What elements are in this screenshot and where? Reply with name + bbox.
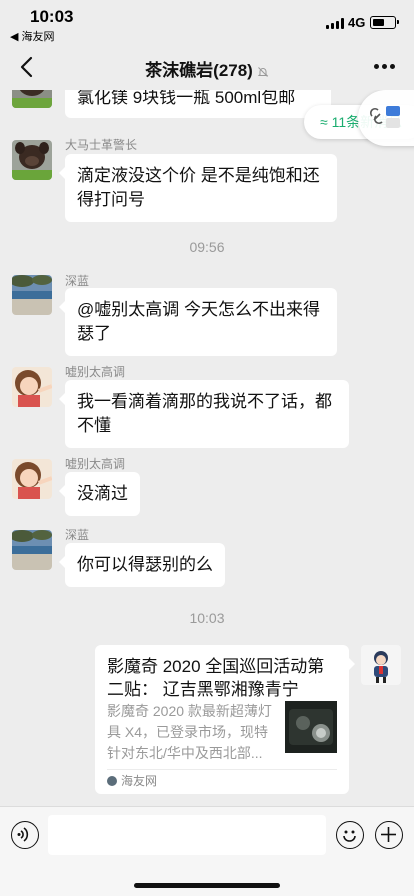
avatar-seascape[interactable] [12, 530, 52, 570]
sender-name: 嘘别太高调 [65, 457, 126, 471]
home-indicator[interactable] [134, 883, 280, 888]
message-bubble[interactable]: 没滴过 [59, 472, 140, 516]
timestamp: 10:03 [189, 610, 225, 626]
sender-name: 大马士革警长 [65, 138, 138, 152]
link-card-source: 海友网 [107, 773, 157, 789]
link-card-title: 影魔奇 2020 全国巡回活动第二贴： 辽吉黑鄂湘豫青宁 [107, 657, 325, 699]
more-dots-icon[interactable] [374, 64, 396, 70]
link-card[interactable]: 影魔奇 2020 全国巡回活动第二贴： 辽吉黑鄂湘豫青宁 影魔奇 2020 款最… [95, 645, 355, 794]
message-bubble[interactable]: 我一看滴着滴那的我说不了话，都不懂 [59, 380, 349, 448]
link-card-source-label: 海友网 [121, 774, 158, 788]
sender-name: 嘘别太高调 [65, 365, 126, 379]
voice-icon[interactable] [11, 821, 39, 849]
signal-icon [326, 18, 344, 29]
avatar-self[interactable] [361, 645, 401, 685]
back-to-app-link[interactable]: ◀ 海友网 [10, 28, 55, 44]
sender-name: 深蓝 [65, 274, 90, 288]
message-input[interactable] [48, 815, 326, 855]
avatar-bulldog[interactable] [12, 140, 52, 180]
chat-header: 茶沫礁岩(278) [0, 44, 414, 90]
avatar-bulldog[interactable] [12, 90, 52, 108]
battery-icon [370, 16, 399, 29]
link-card-thumbnail [285, 701, 337, 753]
status-time: 10:03 [30, 7, 74, 26]
divider [107, 769, 337, 770]
message-bubble[interactable]: @嘘别太高调 今天怎么不出来得瑟了 [59, 288, 337, 356]
chat-title-wrap: 茶沫礁岩(278) [0, 56, 414, 81]
emoji-icon[interactable] [336, 821, 364, 849]
chat-title: 茶沫礁岩(278) [145, 61, 253, 80]
floating-window-widget[interactable] [358, 90, 414, 146]
input-bar [0, 806, 414, 896]
avatar-cartoon-girl[interactable] [12, 367, 52, 407]
sender-name: 深蓝 [65, 528, 90, 542]
network-type: 4G [348, 15, 366, 30]
message-list[interactable]: 氯化镁 9块钱一瓶 500ml包邮 大马士革警长 滴定液没这个价 是不是纯饱和还… [0, 90, 414, 806]
double-chevron-up-icon: ≈ [320, 114, 328, 130]
message-bubble[interactable]: 氯化镁 9块钱一瓶 500ml包邮 [65, 90, 331, 118]
status-bar: 10:03 ◀ 海友网 4G [0, 0, 414, 44]
plus-icon[interactable] [375, 821, 403, 849]
message-bubble[interactable]: 滴定液没这个价 是不是纯饱和还得打问号 [59, 154, 337, 222]
timestamp: 09:56 [189, 239, 225, 255]
link-icon [369, 106, 400, 128]
link-card-description: 影魔奇 2020 款最新超薄灯具 X4，已登录市场，现特针对东北/华中及西北部.… [107, 703, 272, 761]
source-logo-icon [107, 776, 117, 786]
avatar-cartoon-girl[interactable] [12, 459, 52, 499]
message-bubble[interactable]: 你可以得瑟别的么 [59, 543, 225, 587]
avatar-seascape[interactable] [12, 275, 52, 315]
bell-off-icon [257, 66, 269, 77]
